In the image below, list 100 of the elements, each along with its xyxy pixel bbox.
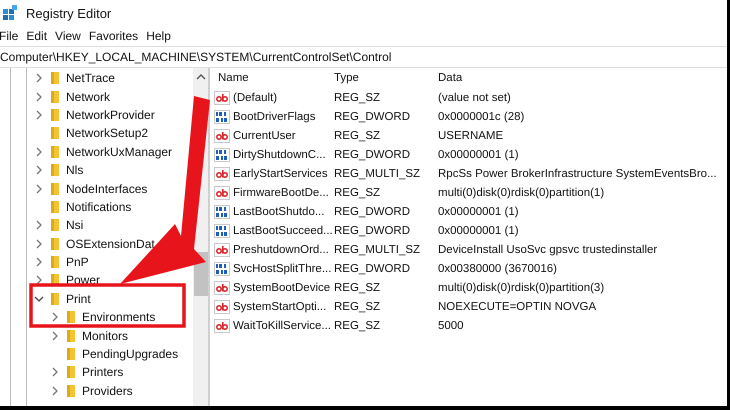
expand-icon[interactable] <box>34 184 44 194</box>
folder-icon <box>66 328 76 343</box>
value-name[interactable]: EarlyStartServices <box>233 168 328 180</box>
tree-item[interactable]: Monitors <box>82 328 128 343</box>
tree-item[interactable]: NetTrace <box>66 71 115 86</box>
value-type: REG_MULTI_SZ <box>334 168 422 180</box>
string-value-icon <box>214 90 230 104</box>
folder-icon <box>50 71 60 86</box>
value-name[interactable]: SvcHostSplitThre... <box>233 262 332 274</box>
expand-icon[interactable] <box>34 110 44 120</box>
tree-item[interactable]: Nls <box>66 163 84 178</box>
folder-icon <box>50 218 60 232</box>
tree-item[interactable]: NetworkUxManager <box>66 144 172 159</box>
column-header[interactable]: Type <box>334 72 438 84</box>
value-data: USERNAME <box>438 130 504 142</box>
window-title: Registry Editor <box>26 6 112 20</box>
tree-item[interactable]: Providers <box>82 384 133 398</box>
value-name[interactable]: DirtyShutdownC... <box>233 148 326 160</box>
value-type: REG_SZ <box>334 320 382 332</box>
expand-icon[interactable] <box>34 146 44 157</box>
value-type: REG_DWORD <box>334 262 412 274</box>
value-type: REG_MULTI_SZ <box>334 244 422 256</box>
folder-icon <box>50 292 60 306</box>
value-data: 0x00380000 (3670016) <box>438 262 558 274</box>
expand-icon[interactable] <box>50 386 60 396</box>
tree-item[interactable]: Notifications <box>66 200 132 214</box>
binary-value-icon <box>214 262 230 276</box>
value-type: REG_DWORD <box>334 224 412 236</box>
tree-item[interactable]: PendingUpgrades <box>82 347 178 362</box>
menu-item[interactable]: Help <box>146 29 171 43</box>
folder-icon <box>66 347 76 362</box>
expand-icon[interactable] <box>34 275 44 286</box>
value-type: REG_DWORD <box>334 110 412 122</box>
menu-item[interactable]: Favorites <box>88 29 138 43</box>
value-data: RpcSs Power BrokerInfrastructure SystemEventsBro... <box>438 168 718 180</box>
expand-icon[interactable] <box>50 330 60 341</box>
menu-item[interactable]: File <box>0 29 18 43</box>
folder-icon <box>66 365 76 380</box>
expand-icon[interactable] <box>34 92 44 102</box>
collapse-icon[interactable] <box>34 294 44 304</box>
value-type: REG_SZ <box>334 282 382 294</box>
folder-icon <box>50 126 60 140</box>
menu-item[interactable]: Edit <box>26 29 48 43</box>
value-data: 0x0000001c (28) <box>438 110 526 122</box>
address-field[interactable]: Computer\HKEY_LOCAL_MACHINE\SYSTEM\CurrentControlSet\Control <box>0 46 727 68</box>
folder-icon <box>50 200 60 214</box>
tree-item[interactable]: Print <box>66 292 91 306</box>
value-type: REG_DWORD <box>334 206 412 218</box>
binary-value-icon <box>214 224 230 238</box>
folder-icon <box>50 108 60 122</box>
string-value-icon <box>214 318 230 332</box>
folder-icon <box>50 236 60 251</box>
registry-icon <box>2 5 18 21</box>
expand-icon[interactable] <box>50 312 60 322</box>
value-data: DeviceInstall UsoSvc gpsvc trustedinstaller <box>438 244 658 256</box>
column-header[interactable]: Data <box>438 72 727 84</box>
tree-item[interactable]: Printers <box>82 365 124 380</box>
value-data: 0x00000001 (1) <box>438 206 520 218</box>
tree-item[interactable]: Network <box>66 90 110 104</box>
value-type: REG_SZ <box>334 186 382 198</box>
tree-item[interactable]: NetworkProvider <box>66 108 155 122</box>
value-data: multi(0)disk(0)rdisk(0)partition(3) <box>438 282 606 294</box>
value-name[interactable]: PreshutdownOrd... <box>233 244 329 256</box>
tree-item[interactable]: NodeInterfaces <box>66 182 148 196</box>
value-data: (value not set) <box>438 92 512 104</box>
expand-icon[interactable] <box>34 165 44 176</box>
scroll-up-icon[interactable] <box>196 74 206 80</box>
tree-item[interactable]: Environments <box>82 310 156 324</box>
tree-item[interactable]: PnP <box>66 255 89 270</box>
folder-icon <box>66 310 76 324</box>
value-name[interactable]: FirmwareBootDe... <box>233 186 329 198</box>
expand-icon[interactable] <box>34 220 44 230</box>
value-data: 0x00000001 (1) <box>438 148 520 160</box>
value-type: REG_SZ <box>334 130 382 142</box>
tree-item[interactable]: OSExtensionDat <box>66 236 155 251</box>
value-name[interactable]: BootDriverFlags <box>233 110 316 122</box>
expand-icon[interactable] <box>34 257 44 268</box>
value-data: multi(0)disk(0)rdisk(0)partition(1) <box>438 186 606 198</box>
value-name[interactable]: WaitToKillService... <box>233 320 331 332</box>
value-name[interactable]: LastBootSucceed... <box>233 224 333 236</box>
string-value-icon <box>214 166 230 180</box>
expand-icon[interactable] <box>34 73 44 84</box>
tree-item[interactable]: Nsi <box>66 218 84 232</box>
value-name[interactable]: LastBootShutdo... <box>233 206 324 218</box>
expand-icon[interactable] <box>34 238 44 249</box>
tree-item[interactable]: NetworkSetup2 <box>66 126 148 140</box>
folder-icon <box>50 255 60 270</box>
value-data: 5000 <box>438 320 465 332</box>
menu-item[interactable]: View <box>55 29 81 43</box>
value-name[interactable]: (Default) <box>233 92 278 104</box>
value-name[interactable]: CurrentUser <box>233 130 296 142</box>
binary-value-icon <box>214 110 230 124</box>
binary-value-icon <box>214 204 230 218</box>
expand-icon[interactable] <box>50 367 60 378</box>
column-header[interactable]: Name <box>214 72 334 84</box>
value-name[interactable]: SystemStartOpti... <box>233 300 326 312</box>
string-value-icon <box>214 128 230 142</box>
value-name[interactable]: SystemBootDevice <box>233 282 330 294</box>
value-type: REG_SZ <box>334 300 382 312</box>
folder-icon <box>50 90 60 104</box>
